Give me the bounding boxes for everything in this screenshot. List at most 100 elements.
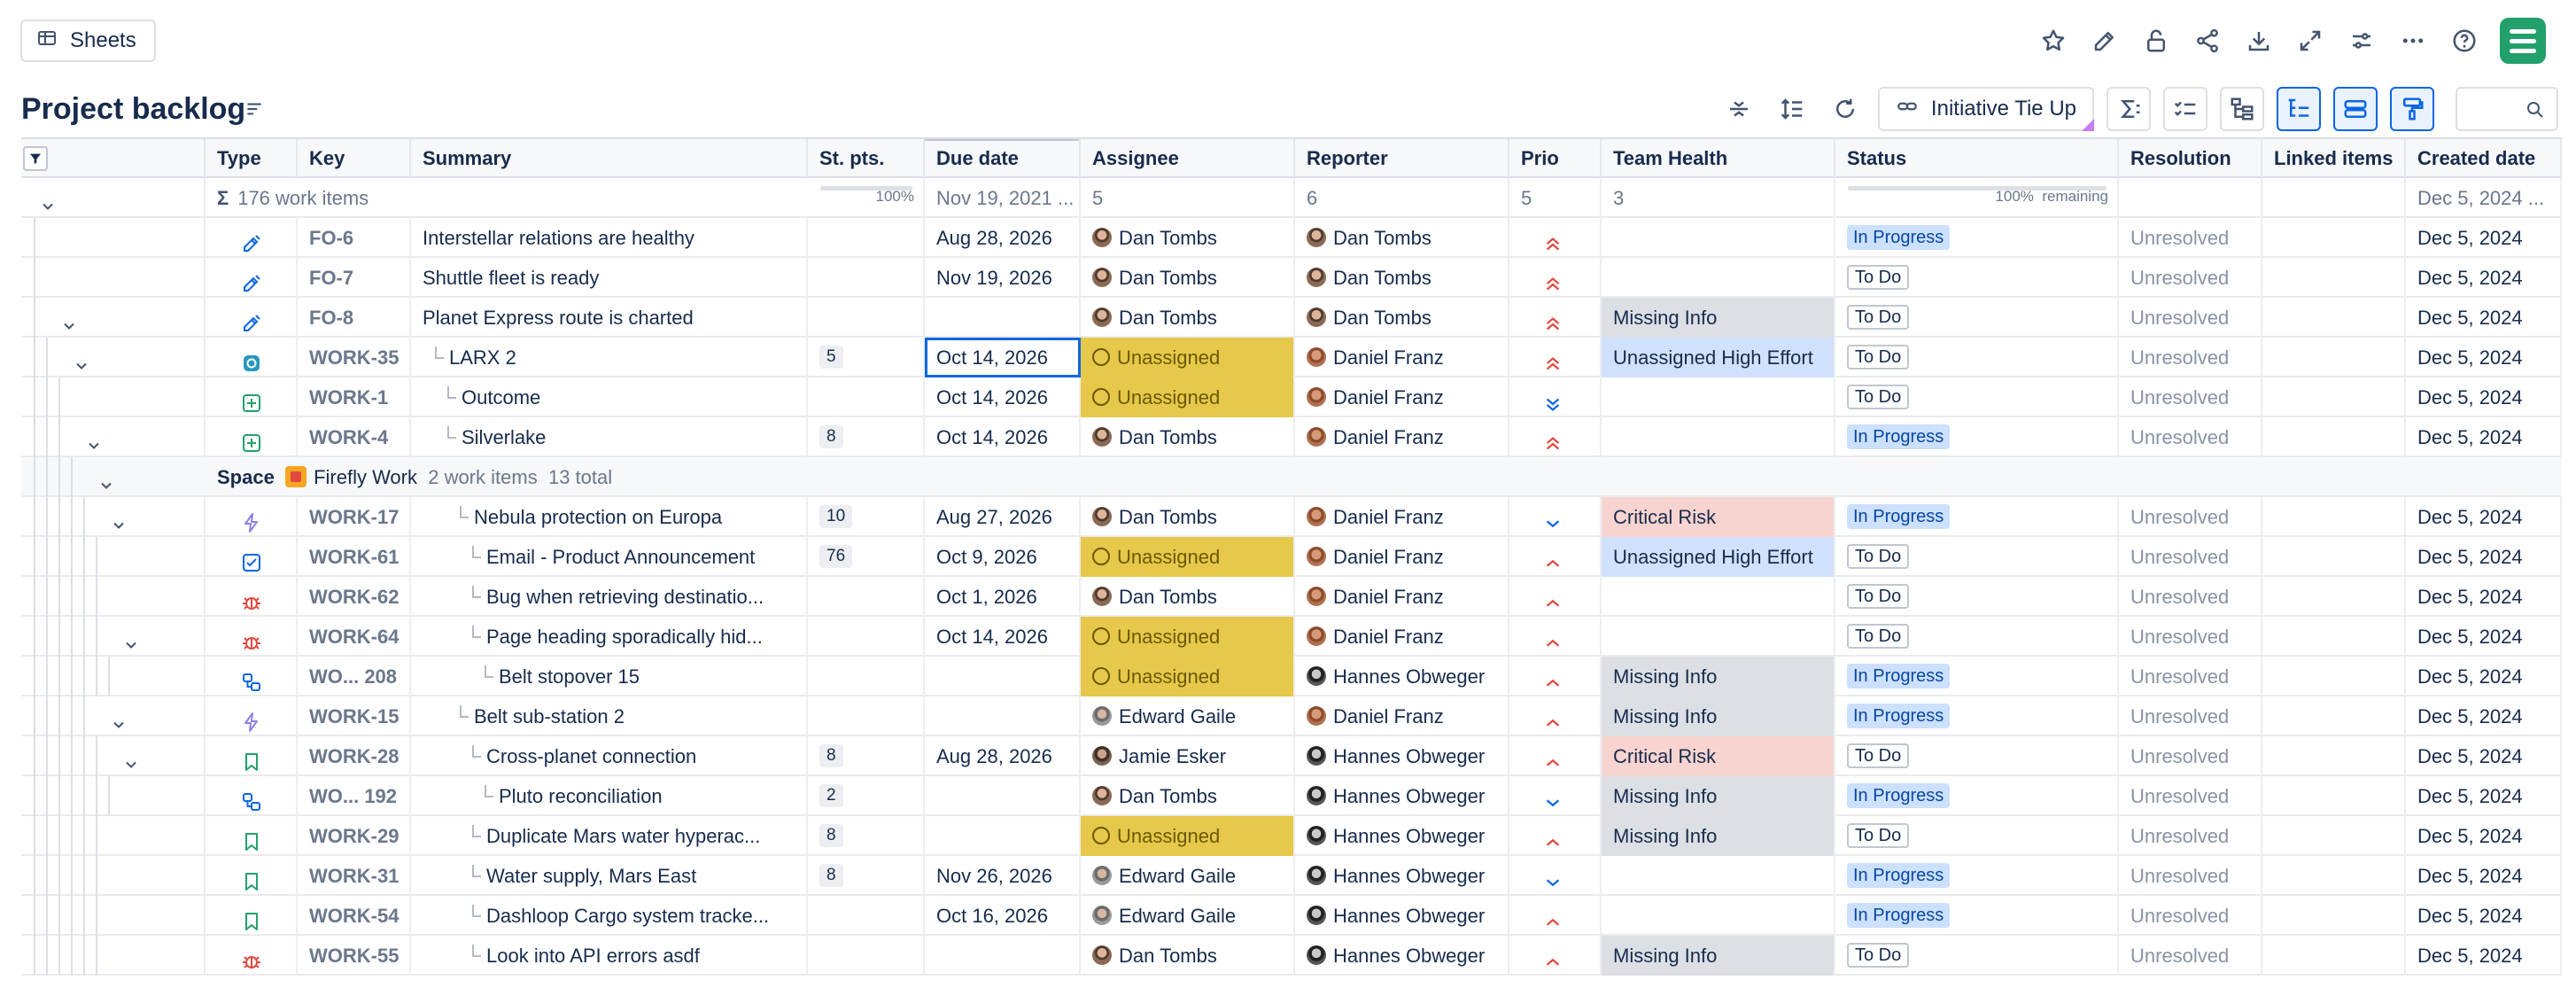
table-row[interactable]: FO-8 Planet Express route is charted Dan T… [21,298,2562,338]
story-points-cell[interactable] [808,218,925,258]
star-icon[interactable] [2037,25,2069,57]
hierarchy-icon[interactable] [2220,87,2264,131]
due-date-cell[interactable] [925,936,1081,976]
assignee-cell[interactable]: Unassigned [1081,338,1295,377]
due-date-cell[interactable]: Oct 16, 2026 [925,896,1081,936]
assignee-cell[interactable]: Unassigned [1081,657,1295,696]
assignee-cell[interactable]: Unassigned [1081,816,1295,856]
resolution-cell[interactable]: Unresolved [2119,856,2262,896]
chevron-down-icon[interactable] [60,308,78,330]
assignee-cell[interactable]: Unassigned [1081,617,1295,657]
reporter-cell[interactable]: Dan Tombs [1295,298,1509,338]
col-status[interactable]: Status [1835,139,2119,178]
col-resolution[interactable]: Resolution [2119,139,2262,178]
table-row[interactable]: WORK-35 LARX 2 5 Oct 14, 2026 Unassigned Dani… [21,338,2562,377]
col-reporter[interactable]: Reporter [1295,139,1509,178]
team-health-cell[interactable]: Missing Info [1602,696,1835,736]
key-cell[interactable]: WORK-35 [298,338,411,377]
status-cell[interactable]: To Do [1835,377,2119,417]
summary-cell[interactable]: Shuttle fleet is ready [411,258,808,298]
key-cell[interactable]: WORK-61 [298,537,411,577]
due-date-cell[interactable]: Aug 28, 2026 [925,736,1081,776]
reporter-cell[interactable]: Daniel Franz [1295,577,1509,617]
summary-cell[interactable]: Page heading sporadically hid... [411,617,808,657]
resolution-cell[interactable]: Unresolved [2119,617,2262,657]
status-cell[interactable]: In Progress [1835,776,2119,816]
key-cell[interactable]: WORK-15 [298,696,411,736]
story-points-cell[interactable] [808,657,925,696]
story-points-cell[interactable] [808,377,925,417]
status-cell[interactable]: To Do [1835,816,2119,856]
story-points-cell[interactable]: 8 [808,417,925,457]
col-story-points[interactable]: St. pts. [808,139,925,178]
linked-items-cell[interactable] [2262,417,2406,457]
story-points-cell[interactable]: 5 [808,338,925,377]
table-row[interactable]: WORK-54 Dashloop Cargo system tracke... Oc… [21,896,2562,936]
refresh-icon[interactable] [1825,89,1866,129]
prio-cell[interactable] [1509,657,1602,696]
chevron-down-icon[interactable] [110,707,128,728]
team-health-cell[interactable]: Missing Info [1602,936,1835,976]
resolution-cell[interactable]: Unresolved [2119,896,2262,936]
table-row[interactable]: WORK-31 Water supply, Mars East 8 Nov 26, 2… [21,856,2562,896]
status-cell[interactable]: To Do [1835,617,2119,657]
format-painter-icon[interactable] [2390,87,2434,131]
created-date-cell[interactable]: Dec 5, 2024 [2406,537,2562,577]
prio-cell[interactable] [1509,298,1602,338]
due-date-cell[interactable]: Oct 14, 2026 [925,417,1081,457]
due-date-cell[interactable] [925,657,1081,696]
prio-cell[interactable] [1509,417,1602,457]
prio-cell[interactable] [1509,856,1602,896]
status-cell[interactable]: To Do [1835,936,2119,976]
assignee-cell[interactable]: Jamie Esker [1081,736,1295,776]
assignee-cell[interactable]: Dan Tombs [1081,776,1295,816]
resolution-cell[interactable]: Unresolved [2119,537,2262,577]
story-points-cell[interactable] [808,617,925,657]
team-health-cell[interactable] [1602,577,1835,617]
story-points-cell[interactable]: 2 [808,776,925,816]
created-date-cell[interactable]: Dec 5, 2024 [2406,936,2562,976]
created-date-cell[interactable]: Dec 5, 2024 [2406,856,2562,896]
reporter-cell[interactable]: Hannes Obweger [1295,896,1509,936]
created-date-cell[interactable]: Dec 5, 2024 [2406,577,2562,617]
due-date-cell[interactable] [925,696,1081,736]
linked-items-cell[interactable] [2262,856,2406,896]
reporter-cell[interactable]: Daniel Franz [1295,497,1509,537]
due-date-cell[interactable] [925,298,1081,338]
linked-items-cell[interactable] [2262,338,2406,377]
reporter-cell[interactable]: Daniel Franz [1295,537,1509,577]
team-health-cell[interactable]: Missing Info [1602,776,1835,816]
table-row[interactable]: WORK-1 Outcome Oct 14, 2026 Unassigned Danie… [21,377,2562,417]
team-health-cell[interactable]: Critical Risk [1602,736,1835,776]
download-icon[interactable] [2243,25,2275,57]
team-health-cell[interactable] [1602,896,1835,936]
story-points-cell[interactable] [808,298,925,338]
resolution-cell[interactable]: Unresolved [2119,816,2262,856]
prio-cell[interactable] [1509,577,1602,617]
due-date-cell[interactable]: Oct 14, 2026 [925,617,1081,657]
team-health-cell[interactable] [1602,377,1835,417]
key-cell[interactable]: WO... 192 [298,776,411,816]
chevron-down-icon[interactable] [122,627,140,649]
created-date-cell[interactable]: Dec 5, 2024 [2406,258,2562,298]
reporter-cell[interactable]: Hannes Obweger [1295,856,1509,896]
summary-cell[interactable]: Water supply, Mars East [411,856,808,896]
linked-items-cell[interactable] [2262,218,2406,258]
sort-lines-icon[interactable] [243,97,266,125]
summary-cell[interactable]: Belt stopover 15 [411,657,808,696]
story-points-cell[interactable]: 10 [808,497,925,537]
table-row[interactable]: WORK-15 Belt sub-station 2 Edward Gaile Dan… [21,696,2562,736]
edit-icon[interactable] [2089,25,2121,57]
reporter-cell[interactable]: Daniel Franz [1295,696,1509,736]
team-health-cell[interactable]: Missing Info [1602,298,1835,338]
assignee-cell[interactable]: Dan Tombs [1081,298,1295,338]
chevron-down-icon[interactable] [73,348,90,370]
resolution-cell[interactable]: Unresolved [2119,218,2262,258]
linked-items-cell[interactable] [2262,936,2406,976]
status-cell[interactable]: To Do [1835,298,2119,338]
key-cell[interactable]: WORK-4 [298,417,411,457]
created-date-cell[interactable]: Dec 5, 2024 [2406,896,2562,936]
due-date-cell[interactable]: Oct 1, 2026 [925,577,1081,617]
assignee-cell[interactable]: Unassigned [1081,377,1295,417]
due-date-cell[interactable]: Oct 14, 2026 [925,338,1081,377]
